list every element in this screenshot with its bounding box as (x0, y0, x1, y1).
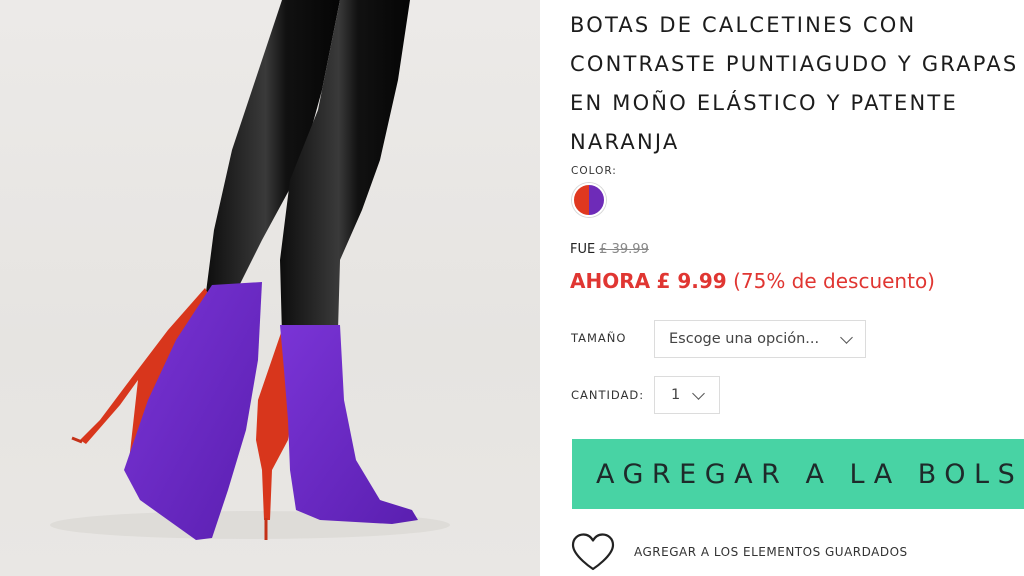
product-title-line: EN MOÑO ELÁSTICO Y PATENTE (570, 91, 958, 115)
left-boot-shaft (124, 282, 262, 540)
quantity-selected-value: 1 (671, 387, 681, 403)
product-image[interactable] (0, 0, 540, 576)
color-label: COLOR: (571, 165, 617, 177)
size-label: TAMAÑO (571, 331, 627, 345)
add-to-bag-button[interactable]: AGREGAR A LA BOLSA (572, 439, 1024, 509)
was-label: FUE (570, 242, 596, 257)
product-title-line: CONTRASTE PUNTIAGUDO Y GRAPAS (570, 52, 1019, 76)
quantity-select[interactable]: 1 (654, 376, 720, 414)
right-boot-shaft (280, 325, 418, 524)
size-selected-value: Escoge una opción... (669, 331, 820, 347)
product-title-line: BOTAS DE CALCETINES CON (570, 13, 917, 37)
chevron-down-icon (692, 387, 705, 400)
boots-illustration (50, 0, 450, 540)
product-title-line: NARANJA (570, 130, 680, 154)
color-swatch[interactable] (572, 183, 606, 217)
product-title: BOTAS DE CALCETINES CON CONTRASTE PUNTIA… (570, 6, 1024, 162)
discount-text: (75% de descuento) (733, 269, 935, 293)
quantity-label: CANTIDAD: (571, 388, 645, 402)
now-label: AHORA (570, 269, 651, 293)
save-label: AGREGAR A LOS ELEMENTOS GUARDADOS (634, 545, 908, 559)
now-price: £ 9.99 (656, 269, 727, 293)
was-price: £ 39.99 (599, 242, 649, 257)
save-to-wishlist-link[interactable]: AGREGAR A LOS ELEMENTOS GUARDADOS (570, 530, 1010, 574)
chevron-down-icon (840, 331, 853, 344)
size-select[interactable]: Escoge una opción... (654, 320, 866, 358)
sale-price: AHORA £ 9.99 (75% de descuento) (570, 269, 935, 293)
product-details: BOTAS DE CALCETINES CON CONTRASTE PUNTIA… (570, 0, 1024, 576)
heart-outline-icon (571, 533, 615, 571)
original-price: FUE £ 39.99 (570, 242, 649, 257)
